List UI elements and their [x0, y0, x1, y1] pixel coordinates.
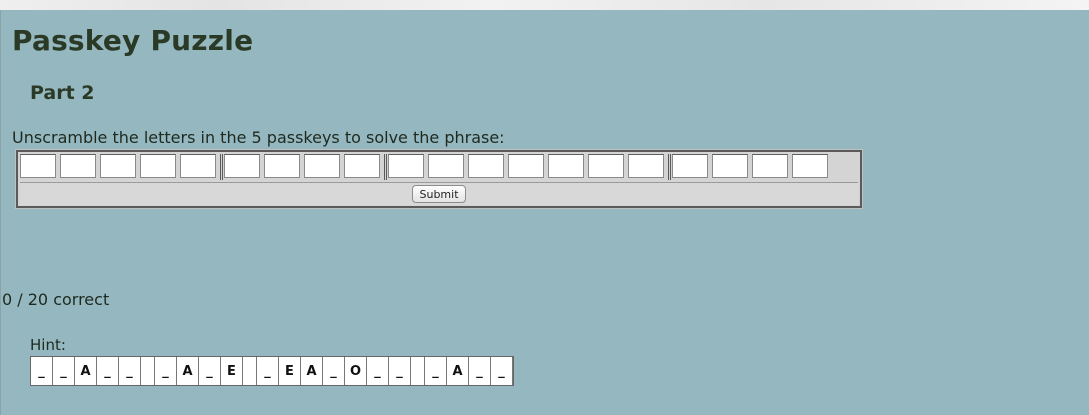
hint-cell: _ [425, 357, 447, 385]
score-text: 0 / 20 correct [2, 290, 110, 309]
hint-cell: _ [119, 357, 141, 385]
hint-cell: O [345, 357, 367, 385]
passkey-group [384, 154, 668, 180]
page-title: Passkey Puzzle [12, 24, 254, 57]
letter-input[interactable] [60, 154, 96, 178]
hint-cell: _ [389, 357, 411, 385]
letter-input[interactable] [344, 154, 380, 178]
hint-cell: _ [257, 357, 279, 385]
letter-input[interactable] [264, 154, 300, 178]
submit-button[interactable]: Submit [412, 185, 466, 203]
letter-input[interactable] [180, 154, 216, 178]
letter-input[interactable] [752, 154, 788, 178]
hint-cell: A [447, 357, 469, 385]
letter-input[interactable] [712, 154, 748, 178]
letter-input[interactable] [468, 154, 504, 178]
letter-input[interactable] [224, 154, 260, 178]
hint-table: _ _ A _ _ _ A _ E _ E A _ O _ _ _ A _ _ [30, 356, 514, 386]
letter-input[interactable] [508, 154, 544, 178]
part-heading: Part 2 [30, 82, 95, 104]
passkey-group [20, 154, 220, 180]
hint-label: Hint: [30, 336, 66, 354]
letter-input[interactable] [628, 154, 664, 178]
letter-input[interactable] [304, 154, 340, 178]
hint-word-gap [411, 357, 425, 385]
hint-cell: E [221, 357, 243, 385]
letter-input[interactable] [140, 154, 176, 178]
letter-input[interactable] [588, 154, 624, 178]
letter-input-row [20, 154, 858, 180]
letter-input[interactable] [428, 154, 464, 178]
hint-cell: _ [469, 357, 491, 385]
top-strip [0, 0, 1089, 10]
letter-input[interactable] [672, 154, 708, 178]
hint-cell: E [279, 357, 301, 385]
letter-input[interactable] [792, 154, 828, 178]
letter-input[interactable] [388, 154, 424, 178]
hint-cell: A [301, 357, 323, 385]
hint-cell: A [177, 357, 199, 385]
hint-cell: _ [31, 357, 53, 385]
submit-row: Submit [20, 182, 858, 205]
hint-cell: _ [323, 357, 345, 385]
puzzle-panel [0, 10, 1089, 415]
passkey-entry-table: Submit [15, 149, 863, 209]
hint-cell: _ [199, 357, 221, 385]
letter-input[interactable] [20, 154, 56, 178]
letter-input[interactable] [548, 154, 584, 178]
instructions-text: Unscramble the letters in the 5 passkeys… [12, 128, 505, 147]
hint-cell: _ [491, 357, 513, 385]
hint-word-gap [141, 357, 155, 385]
hint-cell: _ [53, 357, 75, 385]
hint-cell: _ [97, 357, 119, 385]
hint-cell: A [75, 357, 97, 385]
passkey-group [668, 154, 832, 180]
passkey-group [220, 154, 384, 180]
hint-cell: _ [155, 357, 177, 385]
hint-cell: _ [367, 357, 389, 385]
hint-word-gap [243, 357, 257, 385]
letter-input[interactable] [100, 154, 136, 178]
